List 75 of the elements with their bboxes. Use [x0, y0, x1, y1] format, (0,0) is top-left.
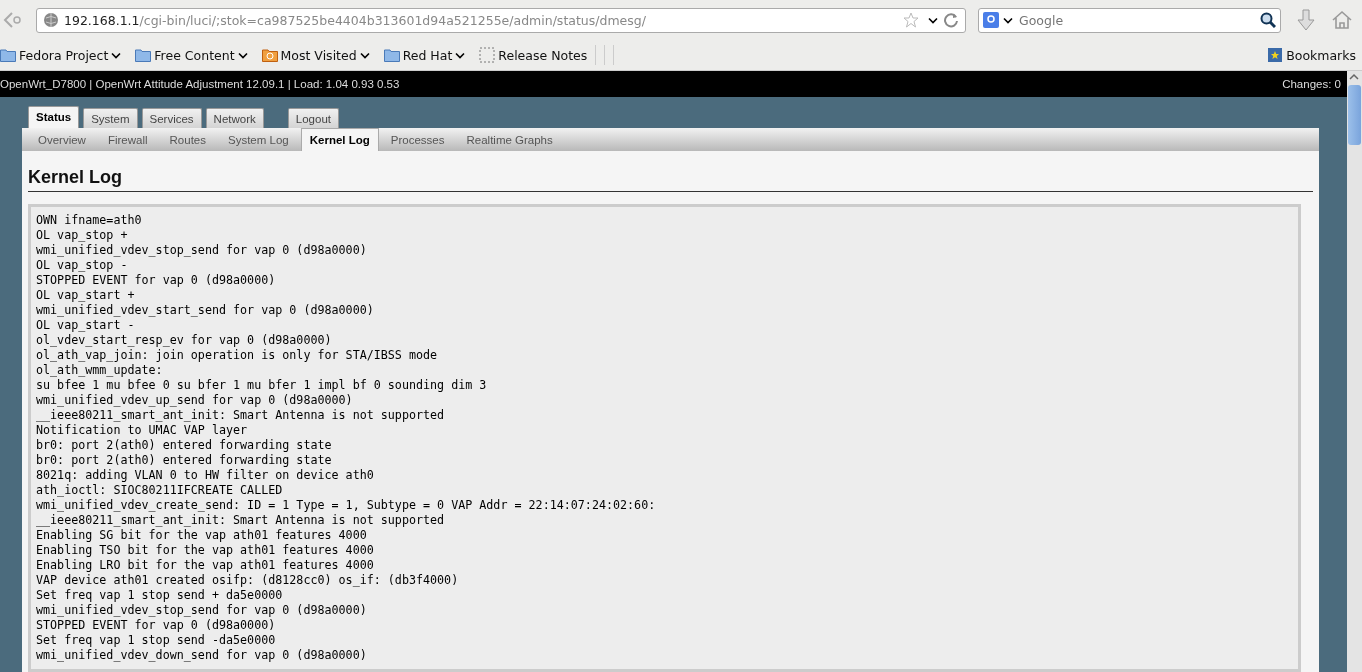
log-line: ath_ioctl: SIOC80211IFCREATE CALLED — [36, 483, 284, 498]
bookmarks-menu[interactable]: Bookmarks — [1267, 47, 1356, 63]
folder-icon — [135, 47, 152, 63]
log-line: Notification to UMAC VAP layer — [36, 423, 249, 438]
log-line: Set freq vap 1 stop send + da5e0000 — [36, 588, 284, 603]
submenu-tab[interactable]: Processes — [380, 134, 455, 151]
log-line: su bfee 1 mu bfee 0 su bfer 1 mu bfer 1 impl bf 0 sounding dim 3 — [36, 378, 488, 393]
changes-count[interactable]: Changes: 0 — [1282, 78, 1341, 90]
globe-icon — [43, 12, 59, 28]
log-line: wmi_unified_vdev_stop_send for vap 0 (d98a0000) — [36, 603, 368, 618]
menu-tab[interactable]: Services — [141, 108, 202, 128]
bookmark-item[interactable]: Free Content — [135, 47, 248, 63]
page-icon — [479, 47, 496, 63]
search-field[interactable]: Google — [978, 7, 1281, 33]
log-line: ol_ath_wmm_update: — [36, 363, 164, 378]
log-line: wmi_unified_vdev_create_send: ID = 1 Type = 1, Subtype = 0 VAP Addr = 22:14:07:24:02:60: — [36, 498, 657, 513]
bookmark-item[interactable]: Red Hat — [383, 47, 466, 63]
address-field[interactable]: 192.168.1.1/cgi-bin/luci/;stok=ca987525be4404b313601d94a521255e/admin/status/dmesg/ — [36, 7, 966, 33]
log-line: OL vap_stop - — [36, 258, 129, 273]
log-line: 8021q: adding VLAN 0 to HW filter on device ath0 — [36, 468, 375, 483]
download-icon[interactable] — [1295, 9, 1317, 31]
log-line: OL vap_start - — [36, 318, 136, 333]
submenu-tab[interactable]: Realtime Graphs — [456, 134, 563, 151]
log-line: OWN ifname=ath0 — [36, 213, 143, 228]
logout-tab[interactable]: Logout — [287, 108, 339, 128]
submenu-tab[interactable]: Overview — [28, 134, 96, 151]
submenu-tab[interactable]: Kernel Log — [300, 128, 379, 151]
star-icon[interactable] — [903, 12, 919, 28]
log-line: OL vap_start + — [36, 288, 136, 303]
log-line: __ieee80211_smart_ant_init: Smart Antenna is not supported — [36, 408, 446, 423]
submenu-tab[interactable]: System Log — [218, 134, 299, 151]
bookmark-item[interactable]: Most Visited — [261, 47, 370, 63]
log-line: ol_vdev_start_resp_ev for vap 0 (d98a0000) — [36, 333, 333, 348]
log-line: Enabling TSO bit for the vap ath01 features 4000 — [36, 543, 375, 558]
caret-icon[interactable] — [1003, 16, 1013, 24]
bookmark-item[interactable]: Fedora Project — [0, 47, 122, 63]
log-line: ol_ath_vap_join: join operation is only for STA/IBSS mode — [36, 348, 439, 363]
log-line: VAP device ath01 created osifp: (d8128cc0) os_if: (db3f4000) — [36, 573, 460, 588]
log-line: Enabling LRO bit for the vap ath01 features 4000 — [36, 558, 375, 573]
log-line: br0: port 2(ath0) entered forwarding state — [36, 438, 333, 453]
search-input[interactable]: Google — [1017, 11, 1256, 29]
log-line: Enabling SG bit for the vap ath01 features 4000 — [36, 528, 368, 543]
log-line: OL vap_stop + — [36, 228, 129, 243]
caret-icon — [237, 51, 248, 59]
menu-tab[interactable]: Status — [28, 106, 80, 128]
log-line: br0: port 2(ath0) entered forwarding state — [36, 453, 333, 468]
reload-icon[interactable] — [943, 12, 959, 28]
submenu-tab[interactable]: Routes — [159, 134, 216, 151]
menu-tab[interactable]: Network — [205, 108, 264, 128]
log-line: STOPPED EVENT for vap 0 (d98a0000) — [36, 273, 277, 288]
back-icon[interactable] — [2, 10, 24, 30]
menu-tab[interactable]: System — [83, 108, 138, 128]
scrollbar-thumb[interactable] — [1348, 85, 1361, 145]
log-line: wmi_unified_vdev_stop_send for vap 0 (d98a0000) — [36, 243, 368, 258]
bookmark-item[interactable]: Release Notes — [479, 47, 588, 63]
caret-icon — [359, 51, 370, 59]
log-line: wmi_unified_vdev_start_send for vap 0 (d98a0000) — [36, 303, 375, 318]
home-icon[interactable] — [1331, 9, 1353, 31]
log-line: Set freq vap 1 stop send -da5e0000 — [36, 633, 277, 648]
url-text: 192.168.1.1/cgi-bin/luci/;stok=ca987525be4404b313601d94a521255e/admin/status/dmesg/ — [64, 12, 647, 28]
submenu-tab[interactable]: Firewall — [97, 134, 158, 151]
folder-icon — [261, 47, 278, 63]
page-heading: Kernel Log — [28, 167, 1313, 192]
router-status-text: OpenWrt_D7800 | OpenWrt Attitude Adjustment 12.09.1 | Load: 1.04 0.93 0.53 — [0, 78, 400, 90]
caret-icon[interactable] — [928, 16, 938, 24]
caret-icon — [455, 51, 466, 59]
log-line: wmi_unified_vdev_down_send for vap 0 (d98a0000) — [36, 648, 368, 663]
log-line: STOPPED EVENT for vap 0 (d98a0000) — [36, 618, 277, 633]
search-icon[interactable] — [1260, 12, 1276, 28]
caret-icon — [111, 51, 122, 59]
folder-icon — [0, 47, 16, 63]
scrollbar[interactable] — [1347, 71, 1362, 672]
log-line: wmi_unified_vdev_up_send for vap 0 (d98a0000) — [36, 393, 354, 408]
log-line: __ieee80211_smart_ant_init: Smart Antenna is not supported — [36, 513, 446, 528]
folder-icon — [383, 47, 400, 63]
